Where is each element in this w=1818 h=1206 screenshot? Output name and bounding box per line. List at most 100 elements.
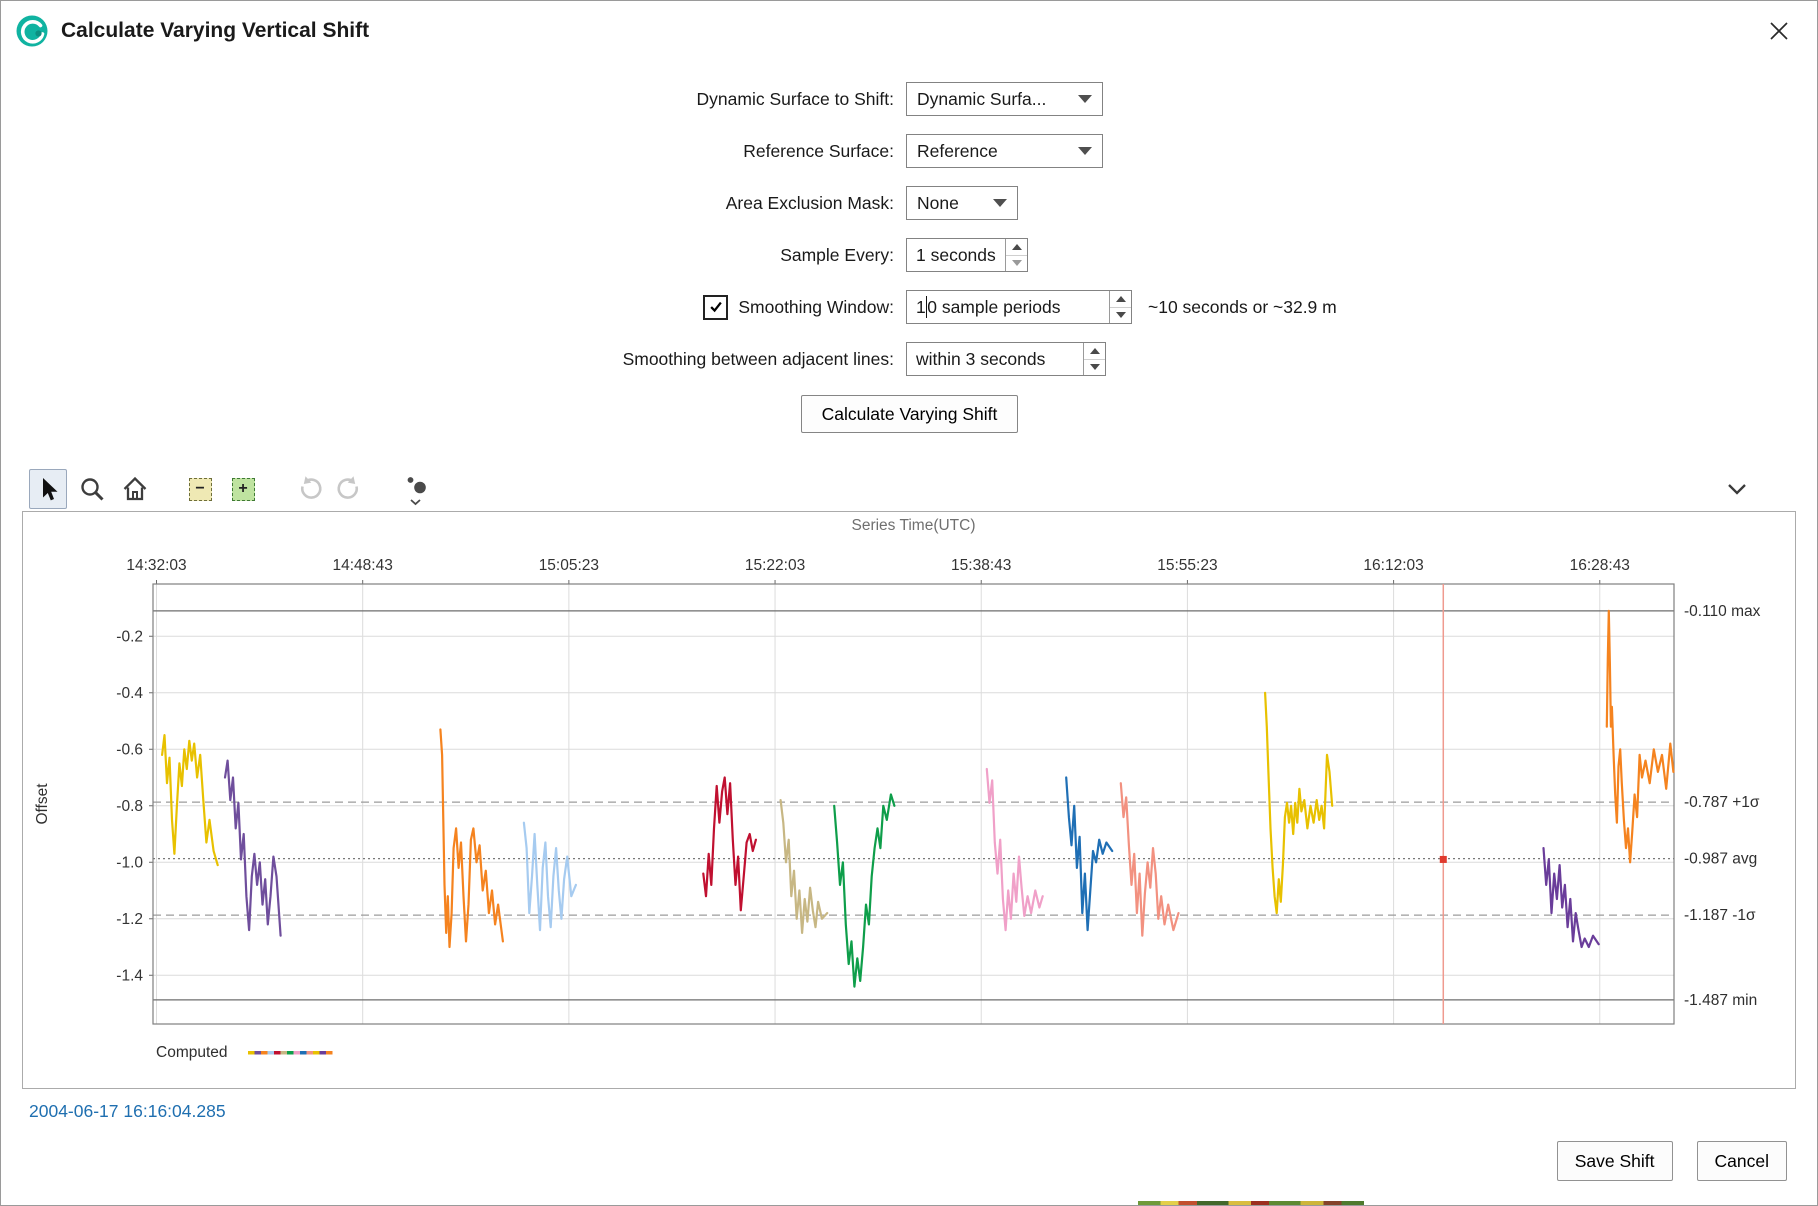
area-mask-label: Area Exclusion Mask:	[1, 193, 906, 214]
redo-icon	[336, 474, 366, 504]
spinner-down-button[interactable]	[1084, 360, 1105, 376]
app-logo-icon	[13, 12, 51, 50]
spinner-buttons[interactable]	[1005, 239, 1027, 271]
legend-color-strip	[274, 1051, 281, 1055]
legend-label: Computed	[156, 1044, 228, 1061]
x-tick-label: 15:38:43	[951, 557, 1011, 574]
x-tick-label: 15:05:23	[539, 557, 599, 574]
smoothing-adjacent-label: Smoothing between adjacent lines:	[1, 349, 906, 370]
down-arrow-icon	[1090, 364, 1100, 370]
sample-every-spinner[interactable]: 1 seconds	[906, 238, 1028, 272]
y-tick-label: -0.4	[116, 685, 143, 702]
chart-title: Series Time(UTC)	[851, 517, 975, 534]
chevron-down-icon	[1723, 475, 1751, 503]
smoothing-window-spinner[interactable]: 10 sample periods	[906, 290, 1132, 324]
smoothing-adjacent-spinner[interactable]: within 3 seconds	[906, 342, 1106, 376]
spinner-up-button[interactable]	[1006, 239, 1027, 256]
legend-color-strip	[300, 1051, 307, 1055]
close-button[interactable]	[1759, 11, 1799, 51]
reference-surface-value: Reference	[917, 141, 998, 162]
dynamic-surface-value: Dynamic Surfa...	[917, 89, 1046, 110]
dynamic-surface-label: Dynamic Surface to Shift:	[1, 89, 906, 110]
collapse-plot-button[interactable]	[1719, 471, 1755, 507]
dynamic-surface-select[interactable]: Dynamic Surfa...	[906, 82, 1103, 116]
reference-label: -1.487 min	[1684, 992, 1757, 1009]
pointer-icon	[33, 474, 63, 504]
smoothing-window-label: Smoothing Window:	[738, 297, 894, 318]
legend-color-strip	[287, 1051, 294, 1055]
down-arrow-icon	[1116, 312, 1126, 318]
y-tick-label: -1.2	[116, 911, 143, 928]
legend-color-strip	[248, 1051, 255, 1055]
area-mask-select[interactable]: None	[906, 186, 1018, 220]
legend-color-strip	[313, 1051, 320, 1055]
dots-icon	[400, 470, 432, 508]
undo-button[interactable]	[290, 470, 326, 508]
redo-button[interactable]	[333, 470, 369, 508]
spinner-value: 1	[916, 297, 926, 318]
x-tick-label: 14:48:43	[333, 557, 393, 574]
spinner-buttons[interactable]	[1083, 343, 1105, 375]
legend-color-strip	[307, 1051, 314, 1055]
close-icon	[1768, 20, 1790, 42]
legend-color-strip	[320, 1051, 327, 1055]
y-tick-label: -0.2	[116, 628, 143, 645]
reference-label: -0.110 max	[1684, 603, 1761, 620]
y-tick-label: -0.6	[116, 741, 143, 758]
cancel-button[interactable]: Cancel	[1697, 1141, 1787, 1181]
reference-label: -1.187 -1σ	[1684, 907, 1756, 924]
zoom-in-region-button[interactable]: +	[225, 470, 261, 508]
smoothing-adjacent-value: within 3 seconds	[907, 343, 1083, 375]
y-tick-label: -1.4	[116, 967, 143, 984]
zoom-out-region-button[interactable]: −	[182, 470, 218, 508]
background-window-strip	[1138, 1201, 1364, 1206]
reference-label: -0.987 avg	[1684, 851, 1757, 868]
x-tick-label: 14:32:03	[126, 557, 186, 574]
up-arrow-icon	[1116, 296, 1126, 302]
smoothing-window-checkbox[interactable]	[703, 295, 728, 320]
spinner-down-button[interactable]	[1110, 308, 1131, 324]
down-arrow-icon	[1012, 260, 1022, 266]
spinner-down-button[interactable]	[1006, 256, 1027, 272]
zoom-tool-button[interactable]	[74, 470, 110, 508]
home-button[interactable]	[117, 470, 153, 508]
chevron-down-icon	[1078, 95, 1092, 103]
zoom-in-region-icon: +	[232, 478, 255, 501]
smoothing-window-note: ~10 seconds or ~32.9 m	[1148, 297, 1337, 318]
reference-surface-label: Reference Surface:	[1, 141, 906, 162]
y-tick-label: -1.0	[116, 854, 143, 871]
legend-color-strip	[268, 1051, 275, 1055]
sample-every-value: 1 seconds	[907, 239, 1005, 271]
reference-label: -0.787 +1σ	[1684, 794, 1760, 811]
dialog-window: Calculate Varying Vertical Shift Dynamic…	[0, 0, 1818, 1206]
smoothing-window-value[interactable]: 10 sample periods	[907, 291, 1109, 323]
plot-area[interactable]	[153, 584, 1674, 1024]
legend-color-strip	[255, 1051, 262, 1055]
chart-panel: 14:32:0314:48:4315:05:2315:22:0315:38:43…	[22, 511, 1796, 1089]
x-tick-label: 16:12:03	[1363, 557, 1423, 574]
footer-buttons: Save Shift Cancel	[1557, 1141, 1787, 1181]
cursor-timestamp: 2004-06-17 16:16:04.285	[29, 1101, 226, 1122]
calculate-varying-shift-button[interactable]: Calculate Varying Shift	[801, 395, 1018, 433]
spinner-up-button[interactable]	[1084, 343, 1105, 360]
spinner-buttons[interactable]	[1109, 291, 1131, 323]
point-options-button[interactable]	[398, 470, 434, 508]
reference-surface-select[interactable]: Reference	[906, 134, 1103, 168]
y-axis-label: Offset	[34, 783, 51, 825]
up-arrow-icon	[1090, 348, 1100, 354]
y-tick-label: -0.8	[116, 798, 143, 815]
spinner-value: 0 sample periods	[927, 297, 1060, 318]
offset-chart[interactable]: 14:32:0314:48:4315:05:2315:22:0315:38:43…	[23, 512, 1795, 1088]
cursor-point	[1440, 856, 1447, 863]
x-tick-label: 15:55:23	[1157, 557, 1217, 574]
chevron-down-icon	[1078, 147, 1092, 155]
save-shift-button[interactable]: Save Shift	[1557, 1141, 1673, 1181]
sample-every-label: Sample Every:	[1, 245, 906, 266]
titlebar: Calculate Varying Vertical Shift	[1, 1, 1817, 61]
pointer-tool-button[interactable]	[29, 469, 67, 509]
up-arrow-icon	[1012, 244, 1022, 250]
plot-toolbar: − +	[29, 467, 1789, 511]
settings-form: Dynamic Surface to Shift: Dynamic Surfa.…	[1, 81, 1817, 435]
magnifier-icon	[77, 474, 107, 504]
spinner-up-button[interactable]	[1110, 291, 1131, 308]
